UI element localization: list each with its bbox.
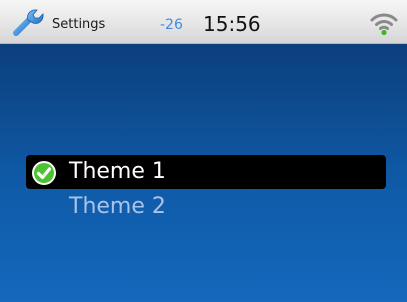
wifi-icon bbox=[370, 13, 398, 36]
settings-screen: Settings -26 15:56 Theme 1 Theme 2 bbox=[0, 0, 407, 302]
signal-value: -26 bbox=[160, 17, 183, 33]
status-bar: Settings -26 15:56 bbox=[0, 0, 407, 44]
check-icon bbox=[32, 161, 56, 185]
theme-item-2[interactable]: Theme 2 bbox=[26, 190, 386, 224]
clock: 15:56 bbox=[203, 12, 261, 36]
theme-item-1[interactable]: Theme 1 bbox=[26, 155, 386, 189]
wrench-icon bbox=[13, 9, 44, 36]
theme-list: Theme 1 Theme 2 bbox=[0, 44, 407, 302]
theme-item-label: Theme 1 bbox=[69, 159, 166, 184]
theme-item-label: Theme 2 bbox=[69, 194, 166, 219]
app-title: Settings bbox=[52, 17, 106, 32]
